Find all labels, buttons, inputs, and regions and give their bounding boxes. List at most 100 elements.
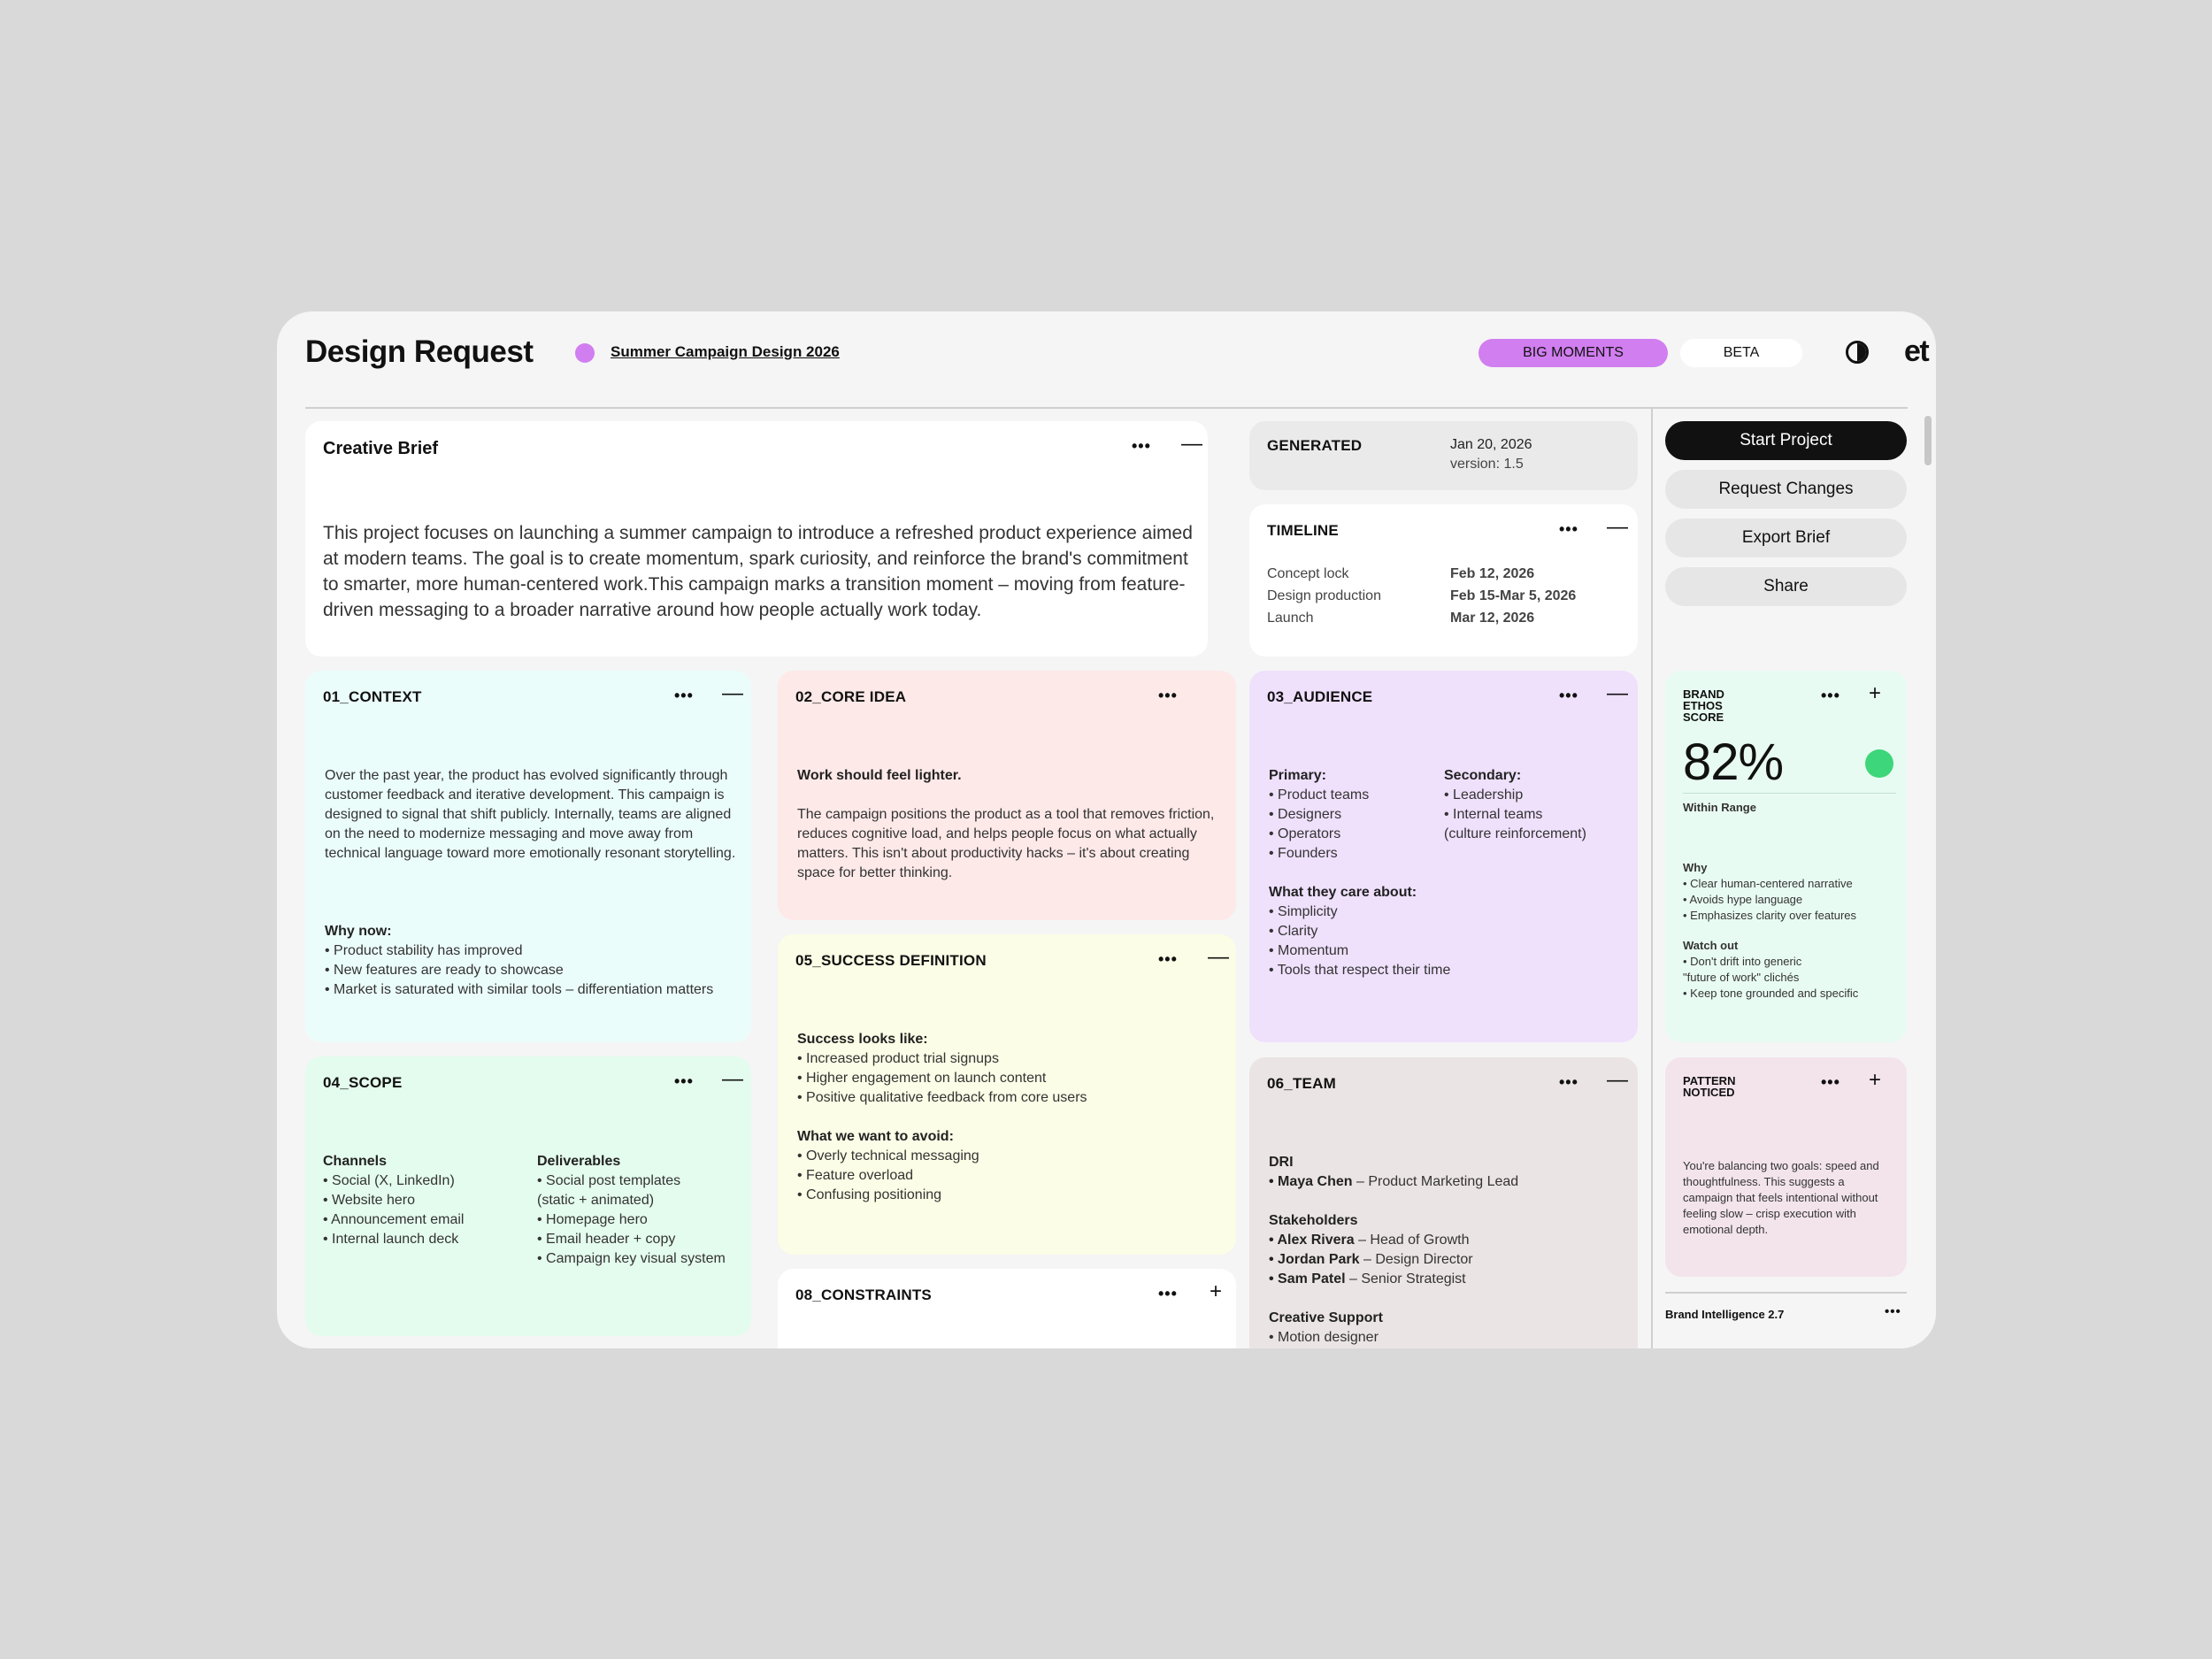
watch-label: Watch out — [1683, 939, 1739, 952]
timeline-value: Feb 12, 2026 — [1450, 566, 1535, 581]
collapse-icon[interactable]: — — [722, 1069, 743, 1090]
why-label: Why — [1683, 861, 1708, 874]
expand-icon[interactable]: + — [1869, 683, 1881, 704]
team-member: • Maya Chen – Product Marketing Lead — [1269, 1172, 1518, 1192]
brand-ethos-card: BRAND ETHOS SCORE ••• + 82% Within Range… — [1665, 671, 1907, 1042]
export-brief-button[interactable]: Export Brief — [1665, 518, 1907, 557]
list-item: • Email header + copy — [537, 1232, 676, 1247]
card-title: 01_CONTEXT — [323, 688, 422, 705]
team-member: • Alex Rivera – Head of Growth — [1269, 1231, 1469, 1250]
audience-card: 03_AUDIENCE ••• — Primary: • Product tea… — [1249, 671, 1638, 1042]
list-item: • Simplicity — [1269, 904, 1338, 919]
more-icon[interactable]: ••• — [1885, 1304, 1901, 1319]
list-item: • Clear human-centered narrative — [1683, 877, 1853, 890]
more-icon[interactable]: ••• — [1132, 437, 1151, 456]
core-headline: Work should feel lighter. — [797, 768, 962, 783]
list-item: • Keep tone grounded and specific — [1683, 987, 1859, 1000]
list-item: • Campaign key visual system — [537, 1251, 726, 1266]
dri-label: DRI — [1269, 1155, 1294, 1170]
list-item: • Leadership — [1444, 787, 1524, 803]
list-item: • Positive qualitative feedback from cor… — [797, 1090, 1087, 1105]
care-label: What they care about: — [1269, 885, 1417, 900]
collapse-icon[interactable]: — — [1181, 434, 1202, 455]
project-link[interactable]: Summer Campaign Design 2026 — [611, 343, 840, 361]
list-item: • Internal launch deck — [323, 1232, 459, 1247]
team-member: • Jordan Park – Design Director — [1269, 1250, 1473, 1270]
dash: – — [1363, 1252, 1376, 1267]
expand-icon[interactable]: + — [1869, 1070, 1881, 1091]
more-icon[interactable]: ••• — [674, 687, 694, 705]
success-looks-label: Success looks like: — [797, 1032, 928, 1047]
contrast-toggle-icon[interactable] — [1846, 341, 1869, 364]
member-role: Head of Growth — [1370, 1233, 1470, 1248]
list-item: • Tools that respect their time — [1269, 963, 1451, 978]
card-title: 02_CORE IDEA — [795, 688, 907, 705]
list-item: • Internal teams — [1444, 807, 1543, 822]
core-idea-card: 02_CORE IDEA ••• Work should feel lighte… — [778, 671, 1236, 920]
context-card: 01_CONTEXT ••• — Over the past year, the… — [305, 671, 751, 1042]
card-title: 06_TEAM — [1267, 1075, 1336, 1092]
scope-card: 04_SCOPE ••• — Channels • Social (X, Lin… — [305, 1056, 751, 1336]
deliverables-label: Deliverables — [537, 1154, 621, 1169]
list-item: "future of work" clichés — [1683, 971, 1800, 984]
list-item: • Designers — [1269, 807, 1342, 822]
team-member: • Sam Patel – Senior Strategist — [1269, 1270, 1466, 1289]
more-icon[interactable]: ••• — [674, 1072, 694, 1091]
ethos-title: BRAND ETHOS SCORE — [1683, 687, 1724, 724]
list-item: • Market is saturated with similar tools… — [325, 982, 714, 997]
start-project-button[interactable]: Start Project — [1665, 421, 1907, 460]
expand-icon[interactable]: + — [1210, 1281, 1222, 1302]
creative-brief-card: Creative Brief ••• — This project focuse… — [305, 421, 1208, 657]
member-name: • Sam Patel — [1269, 1271, 1346, 1286]
dash: – — [1356, 1174, 1369, 1189]
avoid-label: What we want to avoid: — [797, 1129, 954, 1144]
collapse-icon[interactable]: — — [722, 683, 743, 704]
dash: – — [1348, 1271, 1362, 1286]
success-card: 05_SUCCESS DEFINITION ••• — Success look… — [778, 934, 1236, 1255]
more-icon[interactable]: ••• — [1559, 1073, 1578, 1092]
app-window: Design Request Summer Campaign Design 20… — [277, 311, 1936, 1348]
collapse-icon[interactable]: — — [1607, 1070, 1628, 1091]
big-moments-badge[interactable]: BIG MOMENTS — [1479, 339, 1668, 367]
list-item: • Avoids hype language — [1683, 893, 1803, 906]
core-text: The campaign positions the product as a … — [797, 807, 1215, 880]
member-name: • Maya Chen — [1269, 1174, 1353, 1189]
timeline-label: Launch — [1267, 611, 1314, 626]
list-item: (culture reinforcement) — [1444, 826, 1586, 841]
scrollbar[interactable] — [1924, 416, 1932, 465]
more-icon[interactable]: ••• — [1158, 950, 1178, 969]
pattern-text: You're balancing two goals: speed and th… — [1683, 1159, 1879, 1236]
more-icon[interactable]: ••• — [1821, 687, 1840, 705]
list-item: • Confusing positioning — [797, 1187, 942, 1202]
stakeholders-label: Stakeholders — [1269, 1213, 1358, 1228]
brief-text: This project focuses on launching a summ… — [323, 523, 1193, 620]
why-now-label: Why now: — [325, 924, 392, 939]
primary-label: Primary: — [1269, 768, 1326, 783]
timeline-title: TIMELINE — [1267, 522, 1339, 539]
generated-version: version: 1.5 — [1450, 457, 1524, 472]
member-role: Product Marketing Lead — [1368, 1174, 1519, 1189]
more-icon[interactable]: ••• — [1821, 1073, 1840, 1092]
more-icon[interactable]: ••• — [1158, 1285, 1178, 1303]
status-dot — [1865, 749, 1893, 778]
member-role: Design Director — [1375, 1252, 1473, 1267]
share-button[interactable]: Share — [1665, 567, 1907, 606]
list-item: • Website hero — [323, 1193, 416, 1208]
list-item: • Social (X, LinkedIn) — [323, 1173, 455, 1188]
beta-badge[interactable]: BETA — [1680, 339, 1802, 367]
more-icon[interactable]: ••• — [1158, 687, 1178, 705]
request-changes-button[interactable]: Request Changes — [1665, 470, 1907, 509]
list-item: • Social post templates — [537, 1173, 681, 1188]
list-item: • Emphasizes clarity over features — [1683, 909, 1857, 922]
collapse-icon[interactable]: — — [1607, 683, 1628, 704]
list-item: • Higher engagement on launch content — [797, 1071, 1047, 1086]
generated-date: Jan 20, 2026 — [1450, 437, 1532, 452]
channels-label: Channels — [323, 1154, 388, 1169]
collapse-icon[interactable]: — — [1208, 947, 1229, 968]
list-item: • Clarity — [1269, 924, 1318, 939]
ethos-status: Within Range — [1683, 801, 1756, 814]
more-icon[interactable]: ••• — [1559, 520, 1578, 539]
collapse-icon[interactable]: — — [1607, 517, 1628, 538]
more-icon[interactable]: ••• — [1559, 687, 1578, 705]
list-item: • New features are ready to showcase — [325, 963, 564, 978]
